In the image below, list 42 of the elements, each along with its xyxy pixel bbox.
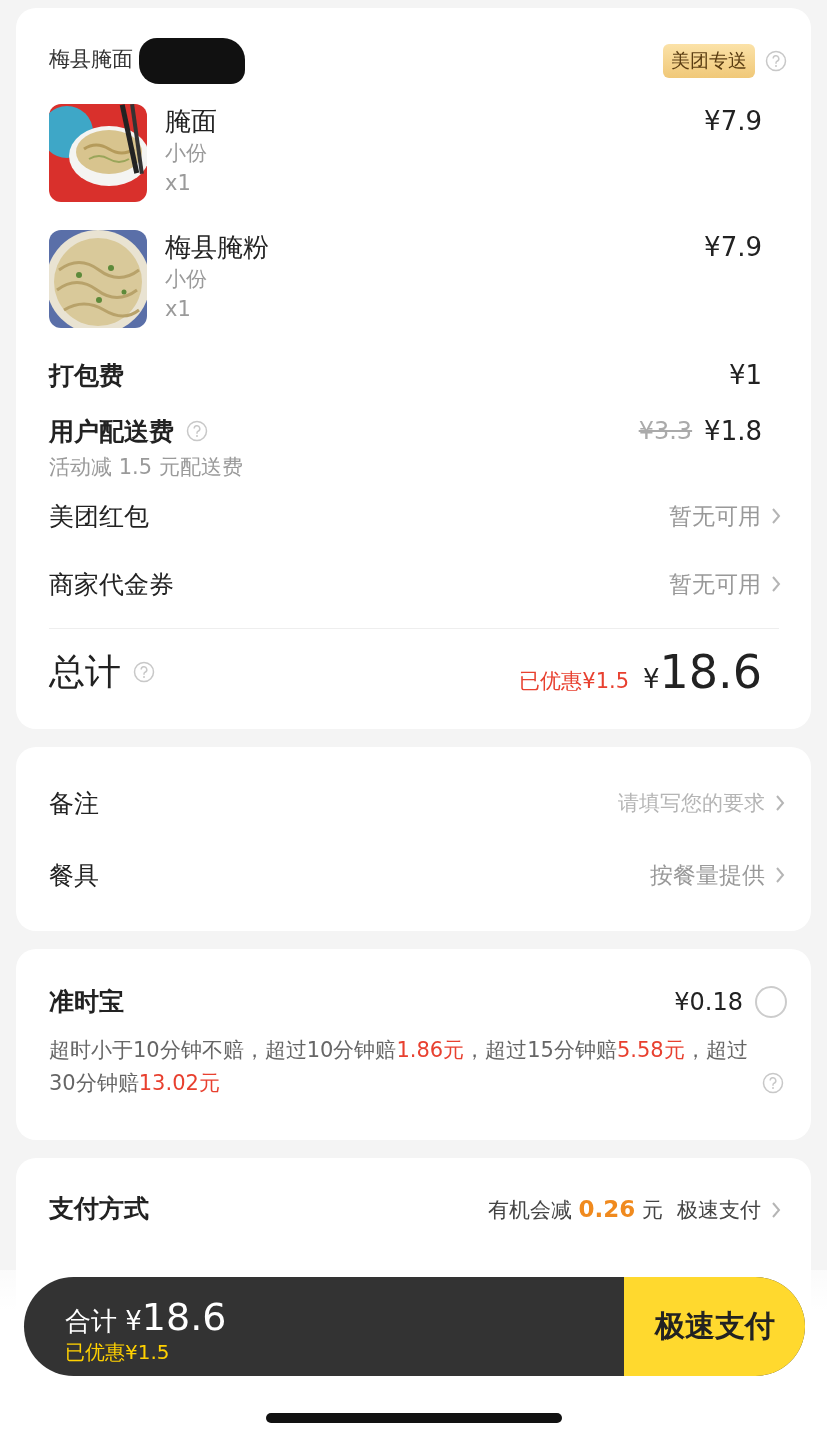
- compensation-terms: 超时小于10分钟不赔，超过10分钟赔1.86元，超过15分钟赔5.58元，超过30分钟赔13.02元: [49, 1037, 749, 1097]
- chevron-icon: [771, 1201, 781, 1219]
- option-row[interactable]: 餐具 按餐量提供: [16, 839, 811, 911]
- delivery-badge: 美团专送: [663, 44, 755, 78]
- checkout-discount: 已优惠¥1.5: [65, 1339, 171, 1366]
- pay-button[interactable]: 极速支付: [624, 1277, 805, 1376]
- fee-price: ¥1.8: [704, 415, 762, 448]
- dish-name: 梅县腌粉: [165, 231, 270, 264]
- radio-button[interactable]: [755, 985, 787, 1018]
- dish-quantity: x1: [165, 170, 192, 197]
- dish-spec: 小份: [165, 266, 208, 293]
- help-icon[interactable]: [186, 420, 208, 442]
- chevron-icon: [771, 507, 781, 525]
- dish-name: 腌面: [165, 105, 218, 138]
- chevron-icon: [771, 575, 781, 593]
- fee-label: 用户配送费: [49, 415, 174, 448]
- option-row[interactable]: 备注 请填写您的要求: [16, 767, 811, 839]
- help-icon[interactable]: [765, 50, 787, 72]
- discount-hint: 有机会减 0.26 元: [487, 1196, 663, 1224]
- chevron-icon: [775, 794, 785, 812]
- store-name: 梅县腌面: [49, 46, 133, 71]
- payment-label: 支付方式: [49, 1193, 149, 1225]
- insurance-price: ¥0.18: [674, 987, 743, 1016]
- discount-amount: 已优惠¥1.5: [519, 668, 630, 695]
- chevron-icon: [775, 866, 785, 884]
- help-icon[interactable]: [133, 661, 155, 683]
- total-price: ¥18.6: [643, 645, 762, 699]
- discount-note: 活动减 1.5 元配送费: [49, 454, 244, 481]
- total-label: 总计: [49, 649, 121, 694]
- original-price: ¥3.3: [638, 417, 693, 445]
- insurance-title: 准时宝: [49, 986, 124, 1018]
- checkout-total: 合计 ¥18.6: [65, 1295, 228, 1339]
- fee-label: 打包费: [49, 359, 124, 392]
- dish-price: ¥7.9: [704, 105, 762, 138]
- dish-price: ¥7.9: [704, 231, 762, 264]
- payment-method[interactable]: 极速支付: [677, 1196, 781, 1224]
- fee-price: ¥1: [728, 359, 762, 392]
- help-icon[interactable]: [762, 1072, 784, 1094]
- coupon-row[interactable]: 美团红包 暂无可用: [16, 482, 811, 550]
- dish-quantity: x1: [165, 296, 192, 323]
- dish-spec: 小份: [165, 140, 208, 167]
- coupon-row[interactable]: 商家代金券 暂无可用: [16, 550, 811, 618]
